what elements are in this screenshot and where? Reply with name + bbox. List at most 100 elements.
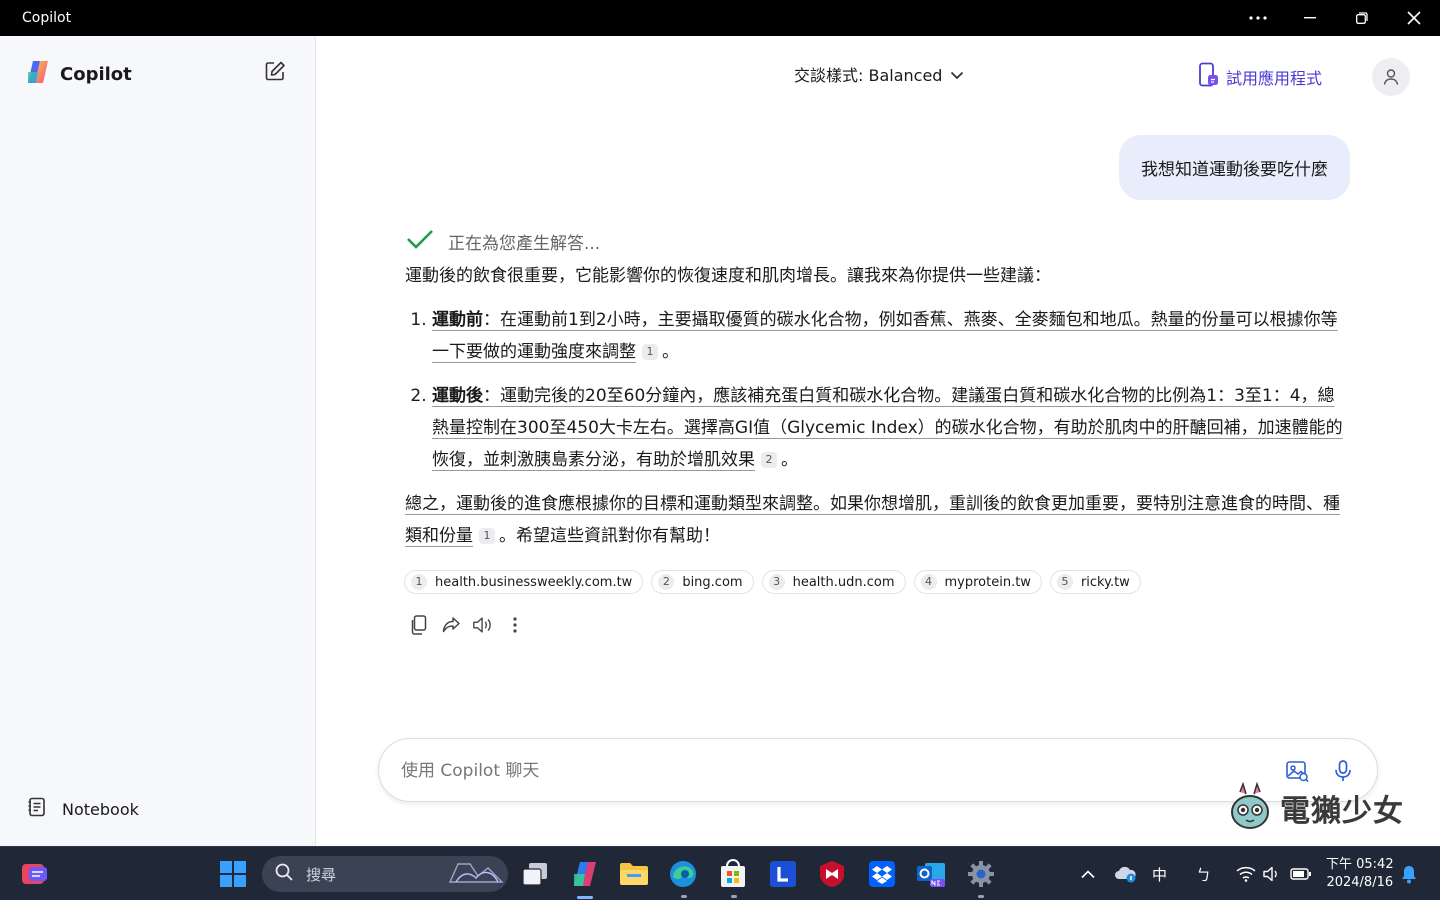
- watermark-text: 電獺少女: [1280, 794, 1404, 829]
- source-label: bing.com: [682, 574, 743, 590]
- conversation-style-dropdown[interactable]: 交談樣式: Balanced: [794, 62, 964, 86]
- running-app-indicator: [681, 895, 687, 898]
- task-view-icon[interactable]: [520, 859, 550, 889]
- user-message-bubble: 我想知道運動後要吃什麼: [1119, 135, 1350, 200]
- source-links: 1 health.businessweekly.com.tw 2 bing.com …: [404, 570, 1141, 594]
- copilot-brand[interactable]: Copilot: [24, 58, 132, 90]
- window-title: Copilot: [22, 10, 72, 26]
- onedrive-sync-icon[interactable]: [1114, 847, 1138, 900]
- notification-bell-icon[interactable]: [1400, 847, 1418, 900]
- ime-language-indicator[interactable]: 中: [1152, 847, 1167, 900]
- active-app-indicator: [577, 896, 593, 899]
- source-number: 4: [920, 574, 937, 590]
- dropbox-icon[interactable]: [867, 859, 897, 889]
- answer-list: 運動前：在運動前1到2小時，主要攝取優質的碳水化合物，例如香蕉、燕麥、全麥麵包和…: [405, 304, 1347, 476]
- source-label: myprotein.tw: [944, 574, 1031, 590]
- message-actions: [408, 614, 526, 636]
- source-link[interactable]: 3 health.udn.com: [761, 570, 906, 594]
- conversation-style-label: 交談樣式: Balanced: [794, 66, 943, 85]
- source-link[interactable]: 1 health.businessweekly.com.tw: [404, 570, 644, 594]
- person-icon: [1383, 69, 1399, 85]
- try-app-button[interactable]: 試用應用程式: [1198, 62, 1322, 92]
- battery-icon[interactable]: [1290, 847, 1312, 900]
- restore-icon[interactable]: [1336, 0, 1388, 36]
- microsoft-store-icon[interactable]: [718, 859, 748, 889]
- new-chat-icon[interactable]: [264, 60, 288, 84]
- widgets-icon[interactable]: [20, 859, 50, 889]
- source-label: health.udn.com: [792, 574, 895, 590]
- answer-summary: 總之，運動後的進食應根據你的目標和運動類型來調整。如果你想增肌，重訓後的飲食更加…: [405, 488, 1347, 552]
- copy-icon[interactable]: [408, 614, 430, 636]
- notebook-label: Notebook: [62, 799, 139, 819]
- running-app-indicator: [731, 895, 737, 898]
- source-number: 3: [768, 574, 785, 590]
- window-titlebar: Copilot: [0, 0, 1440, 36]
- copilot-brand-name: Copilot: [60, 63, 132, 85]
- outlook-new-icon[interactable]: [916, 859, 946, 889]
- clock-time: 下午 05:42: [1326, 857, 1394, 872]
- close-icon[interactable]: [1388, 0, 1440, 36]
- answer-item-end: 。: [662, 342, 679, 362]
- ime-mode-indicator[interactable]: ㄅ: [1196, 847, 1211, 900]
- search-icon: [274, 862, 294, 886]
- more-options-icon[interactable]: [1232, 0, 1284, 36]
- chevron-down-icon: [950, 65, 964, 84]
- answer-intro: 運動後的飲食很重要，它能影響你的恢復速度和肌肉增長。讓我來為你提供一些建議：: [405, 266, 1051, 286]
- copilot-logo-icon: [24, 58, 52, 90]
- notebook-button[interactable]: Notebook: [26, 796, 139, 822]
- try-app-label: 試用應用程式: [1226, 69, 1323, 88]
- show-hidden-icons-icon[interactable]: [1080, 847, 1096, 900]
- answer-item-end: 。: [781, 450, 798, 470]
- answer-item-term: 運動前: [432, 310, 483, 330]
- file-explorer-icon[interactable]: [619, 859, 649, 889]
- running-app-indicator: [978, 895, 984, 898]
- minimize-icon[interactable]: [1284, 0, 1336, 36]
- sidebar: Copilot Notebook: [0, 36, 316, 846]
- share-icon[interactable]: [440, 614, 462, 636]
- source-number: 5: [1056, 574, 1073, 590]
- microphone-icon[interactable]: [1331, 759, 1355, 783]
- source-label: ricky.tw: [1080, 574, 1130, 590]
- citation-badge[interactable]: 2: [761, 452, 777, 468]
- taskbar-search-label: 搜尋: [306, 865, 337, 884]
- chat-input[interactable]: [401, 757, 1261, 785]
- mcafee-icon[interactable]: [817, 859, 847, 889]
- chat-main: 交談樣式: Balanced 試用應用程式 我想知道運動後要吃什麼 正在為您產生…: [316, 36, 1440, 846]
- taskbar-search[interactable]: 搜尋: [262, 856, 508, 892]
- citation-badge[interactable]: 1: [642, 344, 658, 360]
- more-vertical-icon[interactable]: [504, 614, 526, 636]
- image-search-icon[interactable]: [1285, 759, 1309, 783]
- l-app-icon[interactable]: [768, 859, 798, 889]
- search-highlight-icon: [448, 858, 504, 890]
- windows-start-icon[interactable]: [218, 859, 248, 889]
- source-label: health.businessweekly.com.tw: [435, 574, 633, 590]
- clock-date: 2024/8/16: [1326, 875, 1394, 890]
- checkmark-icon: [406, 228, 434, 255]
- watermark-otter-icon: [1228, 781, 1272, 834]
- volume-icon[interactable]: [1263, 847, 1281, 900]
- status-text: 正在為您產生解答...: [448, 234, 601, 254]
- source-number: 1: [411, 574, 427, 590]
- copilot-taskbar-icon[interactable]: [570, 859, 600, 889]
- taskbar-clock[interactable]: 下午 05:42 2024/8/16: [1326, 856, 1394, 892]
- notebook-icon: [26, 796, 48, 822]
- watermark: 電獺少女: [1228, 781, 1404, 834]
- source-link[interactable]: 2 bing.com: [651, 570, 754, 594]
- answer-list-item: 運動後：運動完後的20至60分鐘內，應該補充蛋白質和碳水化合物。建議蛋白質和碳水…: [432, 380, 1347, 476]
- settings-gear-icon[interactable]: [966, 859, 996, 889]
- wifi-icon[interactable]: [1236, 847, 1256, 900]
- read-aloud-icon[interactable]: [472, 614, 494, 636]
- edge-browser-icon[interactable]: [668, 859, 698, 889]
- phone-app-icon: [1198, 62, 1220, 92]
- source-link[interactable]: 4 myprotein.tw: [913, 570, 1042, 594]
- user-avatar[interactable]: [1372, 58, 1410, 96]
- source-link[interactable]: 5 ricky.tw: [1049, 570, 1141, 594]
- taskbar: 搜尋 中 ㄅ 下午 05:42 2024/8/16: [0, 846, 1440, 900]
- answer-summary-end: 。希望這些資訊對你有幫助！: [499, 526, 720, 546]
- answer-list-item: 運動前：在運動前1到2小時，主要攝取優質的碳水化合物，例如香蕉、燕麥、全麥麵包和…: [432, 304, 1347, 368]
- assistant-answer: 運動後的飲食很重要，它能影響你的恢復速度和肌肉增長。讓我來為你提供一些建議： 運…: [405, 260, 1347, 552]
- answer-item-text: ：在運動前1到2小時，主要攝取優質的碳水化合物，例如香蕉、燕麥、全麥麵包和地瓜。…: [432, 310, 1338, 362]
- citation-badge[interactable]: 1: [479, 528, 495, 544]
- window-controls: [1232, 0, 1440, 36]
- answer-item-text: ：運動完後的20至60分鐘內，應該補充蛋白質和碳水化合物。建議蛋白質和碳水化合物…: [432, 386, 1343, 470]
